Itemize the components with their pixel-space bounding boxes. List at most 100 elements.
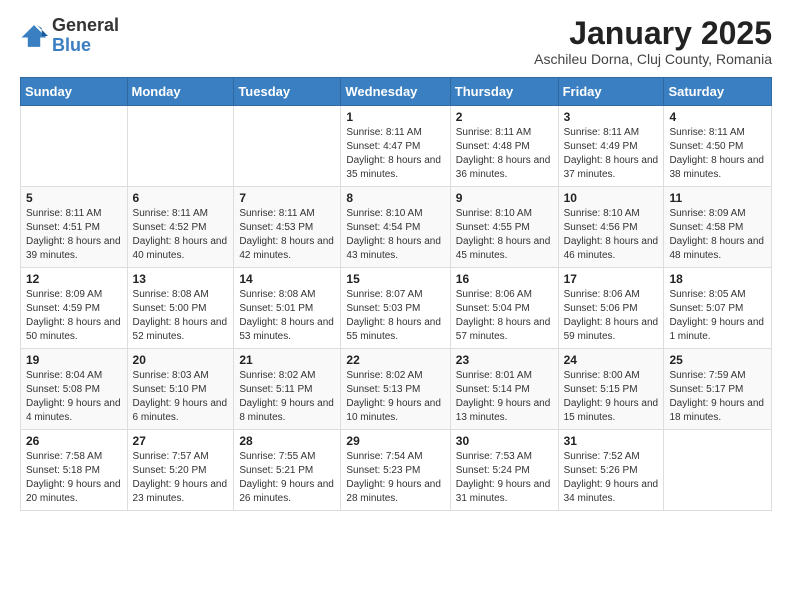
day-info: Sunrise: 8:08 AM Sunset: 5:00 PM Dayligh… xyxy=(133,288,229,344)
calendar-week-2: 5 Sunrise: 8:11 AM Sunset: 4:51 PM Daylig… xyxy=(21,187,772,268)
day-info: Sunrise: 8:07 AM Sunset: 5:03 PM Dayligh… xyxy=(346,288,444,344)
day-number: 23 xyxy=(456,353,553,367)
day-number: 8 xyxy=(346,191,444,205)
calendar-cell: 30 Sunrise: 7:53 AM Sunset: 5:24 PM Dayli… xyxy=(450,430,558,511)
calendar-cell: 27 Sunrise: 7:57 AM Sunset: 5:20 PM Dayli… xyxy=(127,430,234,511)
location-subtitle: Aschileu Dorna, Cluj County, Romania xyxy=(534,51,772,67)
day-info: Sunrise: 7:53 AM Sunset: 5:24 PM Dayligh… xyxy=(456,450,553,506)
day-number: 7 xyxy=(239,191,335,205)
day-number: 6 xyxy=(133,191,229,205)
logo-general-text: General xyxy=(52,15,119,35)
calendar-cell: 11Sunrise: 8:09 AM Sunset: 4:58 PM Dayli… xyxy=(664,187,772,268)
day-number: 27 xyxy=(133,434,229,448)
month-title: January 2025 xyxy=(534,16,772,51)
day-number: 18 xyxy=(669,272,766,286)
calendar-cell: 31Sunrise: 7:52 AM Sunset: 5:26 PM Dayli… xyxy=(558,430,664,511)
calendar-cell: 14 Sunrise: 8:08 AM Sunset: 5:01 PM Dayli… xyxy=(234,268,341,349)
calendar-cell: 9Sunrise: 8:10 AM Sunset: 4:55 PM Daylig… xyxy=(450,187,558,268)
day-info: Sunrise: 8:11 AM Sunset: 4:49 PM Dayligh… xyxy=(564,126,659,182)
weekday-header-tuesday: Tuesday xyxy=(234,78,341,106)
day-info: Sunrise: 8:10 AM Sunset: 4:55 PM Dayligh… xyxy=(456,207,553,263)
logo-text: General Blue xyxy=(52,16,119,56)
day-number: 22 xyxy=(346,353,444,367)
calendar-cell: 2Sunrise: 8:11 AM Sunset: 4:48 PM Daylig… xyxy=(450,106,558,187)
calendar-cell: 1 Sunrise: 8:11 AM Sunset: 4:47 PM Daylig… xyxy=(341,106,450,187)
calendar-cell: 19Sunrise: 8:04 AM Sunset: 5:08 PM Dayli… xyxy=(21,349,128,430)
day-info: Sunrise: 7:57 AM Sunset: 5:20 PM Dayligh… xyxy=(133,450,229,506)
header: General Blue January 2025 Aschileu Dorna… xyxy=(20,16,772,67)
calendar-cell: 15 Sunrise: 8:07 AM Sunset: 5:03 PM Dayli… xyxy=(341,268,450,349)
calendar-cell: 17Sunrise: 8:06 AM Sunset: 5:06 PM Dayli… xyxy=(558,268,664,349)
day-number: 4 xyxy=(669,110,766,124)
day-info: Sunrise: 8:09 AM Sunset: 4:58 PM Dayligh… xyxy=(669,207,766,263)
day-info: Sunrise: 7:58 AM Sunset: 5:18 PM Dayligh… xyxy=(26,450,122,506)
day-info: Sunrise: 8:11 AM Sunset: 4:47 PM Dayligh… xyxy=(346,126,444,182)
calendar-week-5: 26 Sunrise: 7:58 AM Sunset: 5:18 PM Dayli… xyxy=(21,430,772,511)
calendar-cell: 23 Sunrise: 8:01 AM Sunset: 5:14 PM Dayli… xyxy=(450,349,558,430)
calendar-cell: 22Sunrise: 8:02 AM Sunset: 5:13 PM Dayli… xyxy=(341,349,450,430)
calendar-cell: 8 Sunrise: 8:10 AM Sunset: 4:54 PM Daylig… xyxy=(341,187,450,268)
day-number: 28 xyxy=(239,434,335,448)
page: General Blue January 2025 Aschileu Dorna… xyxy=(0,0,792,527)
day-number: 21 xyxy=(239,353,335,367)
calendar-cell: 10 Sunrise: 8:10 AM Sunset: 4:56 PM Dayli… xyxy=(558,187,664,268)
day-number: 5 xyxy=(26,191,122,205)
weekday-header-monday: Monday xyxy=(127,78,234,106)
weekday-header-saturday: Saturday xyxy=(664,78,772,106)
calendar-cell: 28 Sunrise: 7:55 AM Sunset: 5:21 PM Dayli… xyxy=(234,430,341,511)
day-info: Sunrise: 8:05 AM Sunset: 5:07 PM Dayligh… xyxy=(669,288,766,344)
calendar-cell: 6 Sunrise: 8:11 AM Sunset: 4:52 PM Daylig… xyxy=(127,187,234,268)
calendar-week-4: 19Sunrise: 8:04 AM Sunset: 5:08 PM Dayli… xyxy=(21,349,772,430)
calendar-cell: 29 Sunrise: 7:54 AM Sunset: 5:23 PM Dayli… xyxy=(341,430,450,511)
calendar-cell: 24Sunrise: 8:00 AM Sunset: 5:15 PM Dayli… xyxy=(558,349,664,430)
calendar-table: SundayMondayTuesdayWednesdayThursdayFrid… xyxy=(20,77,772,511)
day-info: Sunrise: 8:11 AM Sunset: 4:53 PM Dayligh… xyxy=(239,207,335,263)
weekday-header-friday: Friday xyxy=(558,78,664,106)
calendar-week-1: 1 Sunrise: 8:11 AM Sunset: 4:47 PM Daylig… xyxy=(21,106,772,187)
day-number: 12 xyxy=(26,272,122,286)
day-info: Sunrise: 8:10 AM Sunset: 4:56 PM Dayligh… xyxy=(564,207,659,263)
day-number: 31 xyxy=(564,434,659,448)
weekday-header-thursday: Thursday xyxy=(450,78,558,106)
day-info: Sunrise: 7:55 AM Sunset: 5:21 PM Dayligh… xyxy=(239,450,335,506)
day-info: Sunrise: 8:09 AM Sunset: 4:59 PM Dayligh… xyxy=(26,288,122,344)
day-number: 29 xyxy=(346,434,444,448)
logo-icon xyxy=(20,22,48,50)
calendar-cell: 20Sunrise: 8:03 AM Sunset: 5:10 PM Dayli… xyxy=(127,349,234,430)
weekday-header-wednesday: Wednesday xyxy=(341,78,450,106)
calendar-cell: 18 Sunrise: 8:05 AM Sunset: 5:07 PM Dayli… xyxy=(664,268,772,349)
weekday-header-row: SundayMondayTuesdayWednesdayThursdayFrid… xyxy=(21,78,772,106)
day-info: Sunrise: 8:01 AM Sunset: 5:14 PM Dayligh… xyxy=(456,369,553,425)
day-info: Sunrise: 8:02 AM Sunset: 5:11 PM Dayligh… xyxy=(239,369,335,425)
calendar-week-3: 12 Sunrise: 8:09 AM Sunset: 4:59 PM Dayli… xyxy=(21,268,772,349)
calendar-cell xyxy=(234,106,341,187)
calendar-cell: 21 Sunrise: 8:02 AM Sunset: 5:11 PM Dayli… xyxy=(234,349,341,430)
calendar-cell xyxy=(21,106,128,187)
title-block: January 2025 Aschileu Dorna, Cluj County… xyxy=(534,16,772,67)
day-number: 19 xyxy=(26,353,122,367)
day-number: 20 xyxy=(133,353,229,367)
calendar-cell: 12 Sunrise: 8:09 AM Sunset: 4:59 PM Dayli… xyxy=(21,268,128,349)
day-number: 13 xyxy=(133,272,229,286)
calendar-cell: 5 Sunrise: 8:11 AM Sunset: 4:51 PM Daylig… xyxy=(21,187,128,268)
day-info: Sunrise: 8:11 AM Sunset: 4:52 PM Dayligh… xyxy=(133,207,229,263)
day-number: 1 xyxy=(346,110,444,124)
day-number: 15 xyxy=(346,272,444,286)
day-info: Sunrise: 8:08 AM Sunset: 5:01 PM Dayligh… xyxy=(239,288,335,344)
day-info: Sunrise: 8:10 AM Sunset: 4:54 PM Dayligh… xyxy=(346,207,444,263)
day-number: 30 xyxy=(456,434,553,448)
day-number: 2 xyxy=(456,110,553,124)
day-number: 10 xyxy=(564,191,659,205)
day-number: 24 xyxy=(564,353,659,367)
calendar-cell: 16 Sunrise: 8:06 AM Sunset: 5:04 PM Dayli… xyxy=(450,268,558,349)
day-info: Sunrise: 7:54 AM Sunset: 5:23 PM Dayligh… xyxy=(346,450,444,506)
calendar-cell xyxy=(664,430,772,511)
day-info: Sunrise: 8:11 AM Sunset: 4:51 PM Dayligh… xyxy=(26,207,122,263)
day-number: 16 xyxy=(456,272,553,286)
calendar-cell: 25Sunrise: 7:59 AM Sunset: 5:17 PM Dayli… xyxy=(664,349,772,430)
day-number: 14 xyxy=(239,272,335,286)
day-info: Sunrise: 8:11 AM Sunset: 4:50 PM Dayligh… xyxy=(669,126,766,182)
day-info: Sunrise: 8:06 AM Sunset: 5:04 PM Dayligh… xyxy=(456,288,553,344)
day-info: Sunrise: 7:59 AM Sunset: 5:17 PM Dayligh… xyxy=(669,369,766,425)
day-number: 26 xyxy=(26,434,122,448)
